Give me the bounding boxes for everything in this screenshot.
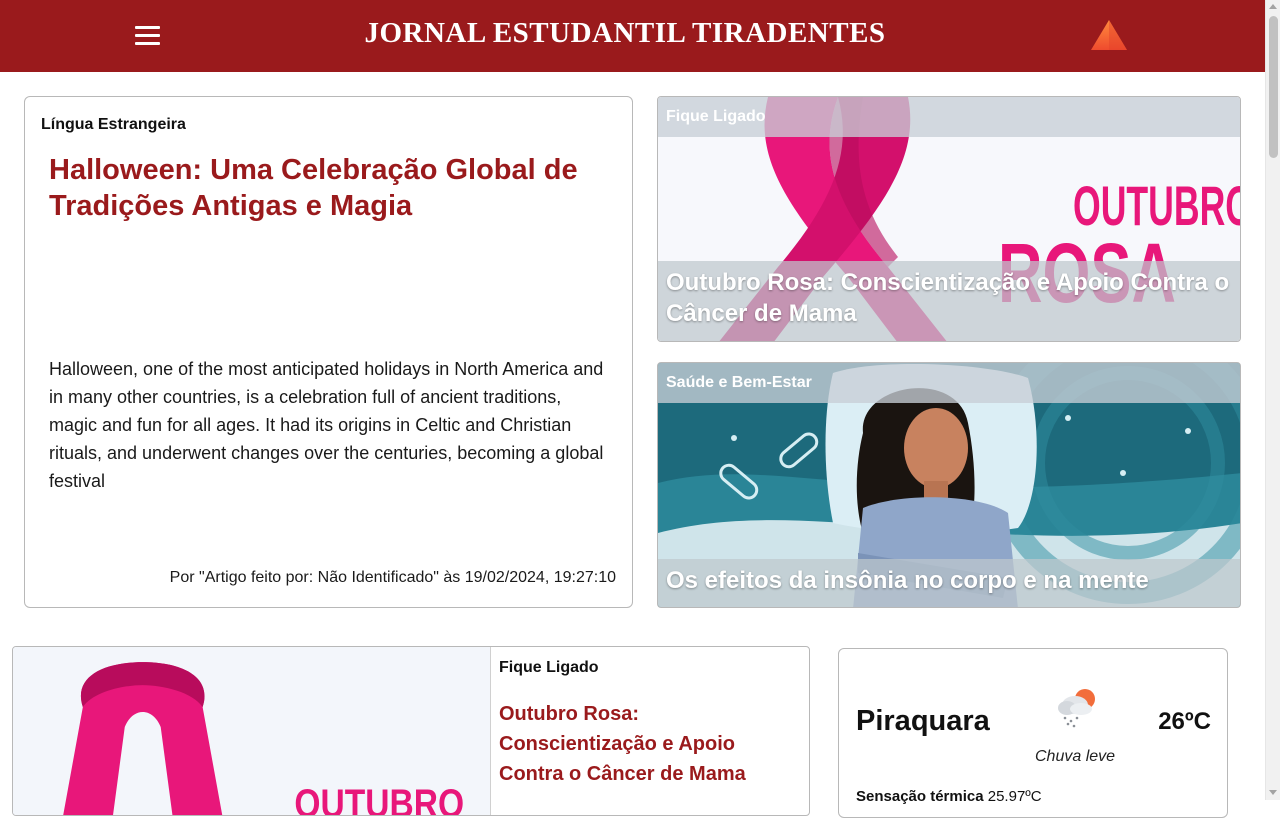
weather-widget: Piraquara 26ºC Chuva leve Sensação térmi… xyxy=(838,648,1228,818)
light-rain-icon xyxy=(1058,689,1095,728)
triangle-logo-icon[interactable] xyxy=(1091,20,1127,50)
site-title[interactable]: JORNAL ESTUDANTIL TIRADENTES xyxy=(0,17,1250,50)
weather-feels-value: 25.97ºC xyxy=(987,788,1042,805)
weather-temperature: 26ºC xyxy=(1158,708,1211,735)
article-card[interactable]: OUTUBRO Fique Ligado Outubro Rosa: Consc… xyxy=(12,646,810,816)
side-article-category[interactable]: Saúde e Bem-Estar xyxy=(666,374,812,392)
side-article-title[interactable]: Outubro Rosa: Conscientização e Apoio Co… xyxy=(658,261,1240,341)
side-article-category[interactable]: Fique Ligado xyxy=(666,108,766,126)
outubro-text: OUTUBRO xyxy=(294,782,464,816)
weather-description: Chuva leve xyxy=(1035,748,1116,765)
outubro-rosa-image: OUTUBRO xyxy=(13,647,491,816)
featured-article-card[interactable]: Língua Estrangeira Halloween: Uma Celebr… xyxy=(24,96,633,608)
weather-city: Piraquara xyxy=(856,705,990,737)
article-title[interactable]: Halloween: Uma Celebração Global de Trad… xyxy=(49,152,619,224)
side-article-category-bar: Saúde e Bem-Estar xyxy=(658,363,1240,403)
article-meta: Por "Artigo feito por: Não Identificado"… xyxy=(169,569,616,586)
scroll-down-arrow-icon[interactable] xyxy=(1269,790,1277,795)
article-summary: Halloween, one of the most anticipated h… xyxy=(49,359,604,491)
side-article-card[interactable]: OUTUBRO ROSA Fique Ligado Outubro Rosa: … xyxy=(657,96,1241,342)
article-category[interactable]: Língua Estrangeira xyxy=(41,116,186,134)
side-article-category-bar: Fique Ligado xyxy=(658,97,1240,137)
scrollbar-thumb[interactable] xyxy=(1269,16,1278,158)
scroll-up-arrow-icon[interactable] xyxy=(1269,4,1277,9)
side-article-title[interactable]: Os efeitos da insônia no corpo e na ment… xyxy=(658,559,1240,607)
side-article-card[interactable]: Saúde e Bem-Estar Os efeitos da insônia … xyxy=(657,362,1241,608)
article-category[interactable]: Fique Ligado xyxy=(499,659,599,677)
page-scrollbar[interactable] xyxy=(1265,0,1280,800)
weather-feels-label: Sensação térmica xyxy=(856,788,984,805)
weather-feels-like: Sensação térmica 25.97ºC xyxy=(856,788,1042,805)
article-title[interactable]: Outubro Rosa: Conscientização e Apoio Co… xyxy=(499,699,779,789)
site-header: JORNAL ESTUDANTIL TIRADENTES xyxy=(0,0,1265,72)
